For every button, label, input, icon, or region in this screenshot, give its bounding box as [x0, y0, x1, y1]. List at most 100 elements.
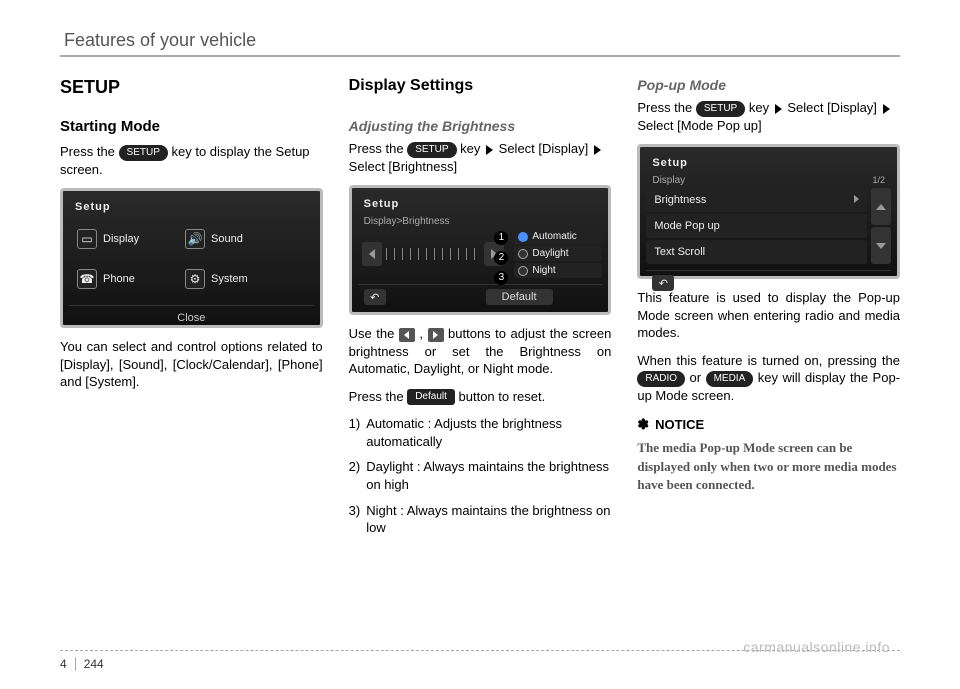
chapter-number: 4 — [60, 657, 67, 671]
mode-label: Night — [532, 265, 555, 276]
close-button[interactable]: Close — [69, 305, 314, 326]
media-key-pill: MEDIA — [706, 371, 754, 387]
starting-mode-heading: Starting Mode — [60, 118, 323, 135]
starting-mode-desc: You can select and control options relat… — [60, 338, 323, 391]
page-indicator: 1/2 — [873, 175, 886, 186]
header-rule — [60, 55, 900, 57]
list-item: 2) Daylight : Always maintains the brigh… — [349, 458, 612, 493]
default-button[interactable]: Default — [486, 289, 553, 305]
callout-3: 3 — [494, 271, 508, 285]
back-button[interactable]: ↶ — [652, 275, 674, 291]
tile-label: Sound — [211, 233, 243, 245]
chevron-right-icon — [854, 194, 859, 206]
display-icon: ▭ — [77, 229, 97, 249]
brightness-mode-list-text: 1) Automatic : Adjusts the brightness au… — [349, 415, 612, 536]
tile-label: Display — [103, 233, 139, 245]
text-fragment: or — [690, 370, 706, 385]
text-scroll-row[interactable]: Text Scroll — [646, 240, 867, 264]
brightness-slider[interactable] — [358, 229, 509, 278]
phone-tile[interactable]: ☎ Phone — [77, 269, 165, 289]
text-fragment: Select [Brightness] — [349, 159, 457, 174]
tile-label: System — [211, 273, 248, 285]
display-settings-heading: Display Settings — [349, 77, 612, 95]
column-3: Pop-up Mode Press the SETUP key Select [… — [637, 77, 900, 545]
screen-title: Setup — [364, 198, 400, 210]
mode-popup-row[interactable]: Mode Pop up — [646, 214, 867, 238]
brightness-ticks — [386, 248, 481, 260]
adjusting-brightness-heading: Adjusting the Brightness — [349, 118, 612, 134]
scroll-column — [871, 188, 891, 264]
setup-screen: Setup ▭ Display 🔊 Sound ☎ Phone — [60, 188, 323, 328]
notice-label: NOTICE — [655, 417, 704, 432]
mode-automatic[interactable]: Automatic — [514, 229, 602, 244]
starting-mode-text: Press the SETUP key to display the Setup… — [60, 143, 323, 178]
list-number: 3) — [349, 502, 361, 537]
system-tile[interactable]: ⚙ System — [185, 269, 273, 289]
list-item: 1) Automatic : Adjusts the brightness au… — [349, 415, 612, 450]
arrow-right-icon — [428, 328, 444, 342]
screen-title: Setup — [75, 201, 111, 213]
text-fragment: Press the — [637, 100, 696, 115]
brightness-row[interactable]: Brightness — [646, 188, 867, 212]
mode-label: Automatic — [532, 231, 576, 242]
breadcrumb: Display>Brightness — [358, 214, 603, 229]
mode-label: Daylight — [532, 248, 568, 259]
watermark: carmanualsonline.info — [743, 639, 890, 655]
arrow-right-icon — [486, 145, 493, 155]
popup-behavior: When this feature is turned on, pressing… — [637, 352, 900, 405]
text-fragment: Select [Display] — [499, 141, 592, 156]
brightness-usage: Use the , buttons to adjust the screen b… — [349, 325, 612, 378]
radio-icon — [518, 266, 528, 276]
brightness-reset: Press the Default button to reset. — [349, 388, 612, 406]
sound-icon: 🔊 — [185, 229, 205, 249]
notice-body: The media Pop-up Mode screen can be disp… — [637, 439, 900, 494]
brightness-decrease-button[interactable] — [362, 242, 382, 266]
screen-titlebar: Setup — [646, 153, 891, 173]
popup-mode-heading: Pop-up Mode — [637, 77, 900, 93]
column-1: SETUP Starting Mode Press the SETUP key … — [60, 77, 323, 545]
tile-label: Phone — [103, 273, 135, 285]
text-fragment: When this feature is turned on, pressing… — [637, 353, 900, 368]
scroll-down-button[interactable] — [871, 227, 891, 264]
gear-icon: ⚙ — [185, 269, 205, 289]
back-button[interactable]: ↶ — [364, 289, 386, 305]
screen-title: Setup — [652, 157, 688, 169]
text-fragment: Use the — [349, 326, 399, 341]
brightness-mode-list: Automatic Daylight Night — [514, 229, 602, 278]
text-fragment: key — [749, 100, 769, 115]
brightness-screen: Setup Display>Brightness Automatic — [349, 185, 612, 315]
default-key-pill: Default — [407, 389, 455, 405]
page-number: 244 — [84, 657, 104, 671]
text-fragment: Select [Mode Pop up] — [637, 118, 761, 133]
setup-key-pill: SETUP — [696, 101, 745, 117]
radio-icon — [518, 249, 528, 259]
footer-divider — [75, 657, 76, 671]
arrow-right-icon — [883, 104, 890, 114]
list-text: Daylight : Always maintains the brightne… — [366, 458, 611, 493]
scroll-up-button[interactable] — [871, 188, 891, 225]
text-fragment: Press the — [349, 389, 408, 404]
radio-selected-icon — [518, 232, 528, 242]
list-item: 3) Night : Always maintains the brightne… — [349, 502, 612, 537]
popup-instruction: Press the SETUP key Select [Display] Sel… — [637, 99, 900, 134]
brightness-instruction: Press the SETUP key Select [Display] Sel… — [349, 140, 612, 175]
list-text: Night : Always maintains the brightness … — [366, 502, 611, 537]
screen-titlebar: Setup — [69, 197, 314, 217]
list-text: Automatic : Adjusts the brightness autom… — [366, 415, 611, 450]
breadcrumb: Display — [652, 175, 685, 186]
sound-tile[interactable]: 🔊 Sound — [185, 229, 273, 249]
list-number: 1) — [349, 415, 361, 450]
setup-key-pill: SETUP — [407, 142, 456, 158]
column-2: Display Settings Adjusting the Brightnes… — [349, 77, 612, 545]
mode-daylight[interactable]: Daylight — [514, 246, 602, 261]
content-columns: SETUP Starting Mode Press the SETUP key … — [60, 77, 900, 545]
display-tile[interactable]: ▭ Display — [77, 229, 165, 249]
arrow-right-icon — [775, 104, 782, 114]
text-fragment: key — [460, 141, 480, 156]
text-fragment: , — [419, 326, 427, 341]
arrow-right-icon — [594, 145, 601, 155]
mode-night[interactable]: Night — [514, 263, 602, 278]
page-header: Features of your vehicle — [60, 30, 900, 51]
text-fragment: Select [Display] — [787, 100, 880, 115]
text-fragment: Press the — [60, 144, 119, 159]
